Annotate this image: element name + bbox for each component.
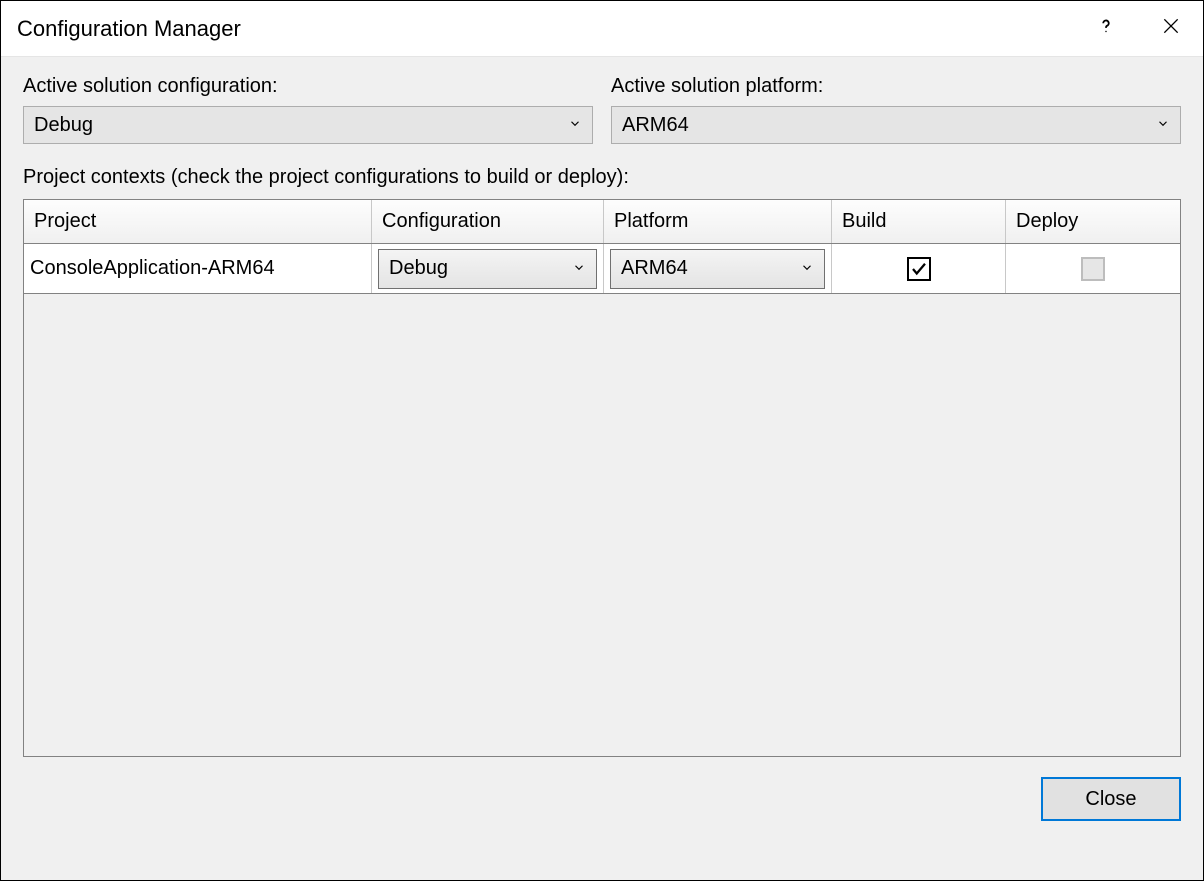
active-platform-dropdown[interactable]: ARM64 [611,106,1181,144]
close-icon [1161,16,1181,41]
header-deploy[interactable]: Deploy [1006,200,1180,243]
active-config-dropdown[interactable]: Debug [23,106,593,144]
chevron-down-icon [792,257,814,280]
dialog-footer: Close [23,777,1181,821]
header-platform[interactable]: Platform [604,200,832,243]
header-configuration[interactable]: Configuration [372,200,604,243]
close-button[interactable]: Close [1041,777,1181,821]
chevron-down-icon [1156,114,1170,137]
cell-build [832,244,1006,293]
row-configuration-value: Debug [389,257,448,280]
deploy-checkbox [1081,257,1105,281]
configuration-manager-dialog: Configuration Manager Active solution co… [0,0,1204,881]
cell-platform: ARM64 [604,244,832,293]
close-window-button[interactable] [1138,1,1203,56]
client-area: Active solution configuration: Debug Act… [1,57,1203,880]
project-contexts-label: Project contexts (check the project conf… [23,166,1181,189]
header-project[interactable]: Project [24,200,372,243]
active-platform-label: Active solution platform: [611,75,1181,98]
header-build[interactable]: Build [832,200,1006,243]
project-contexts-grid: Project Configuration Platform Build Dep… [23,199,1181,757]
row-configuration-dropdown[interactable]: Debug [378,249,597,289]
active-config-value: Debug [34,114,93,137]
table-row: ConsoleApplication-ARM64 Debug ARM64 [24,244,1180,294]
cell-deploy [1006,244,1180,293]
help-button[interactable] [1073,1,1138,56]
active-platform-value: ARM64 [622,114,689,137]
help-icon [1095,15,1117,42]
active-config-label: Active solution configuration: [23,75,593,98]
grid-header: Project Configuration Platform Build Dep… [24,200,1180,244]
grid-body: ConsoleApplication-ARM64 Debug ARM64 [24,244,1180,756]
dialog-title: Configuration Manager [17,16,1073,42]
row-platform-value: ARM64 [621,257,688,280]
chevron-down-icon [564,257,586,280]
build-checkbox[interactable] [907,257,931,281]
close-button-label: Close [1085,788,1136,811]
chevron-down-icon [568,114,582,137]
titlebar: Configuration Manager [1,1,1203,57]
row-platform-dropdown[interactable]: ARM64 [610,249,825,289]
cell-project: ConsoleApplication-ARM64 [24,244,372,293]
cell-configuration: Debug [372,244,604,293]
